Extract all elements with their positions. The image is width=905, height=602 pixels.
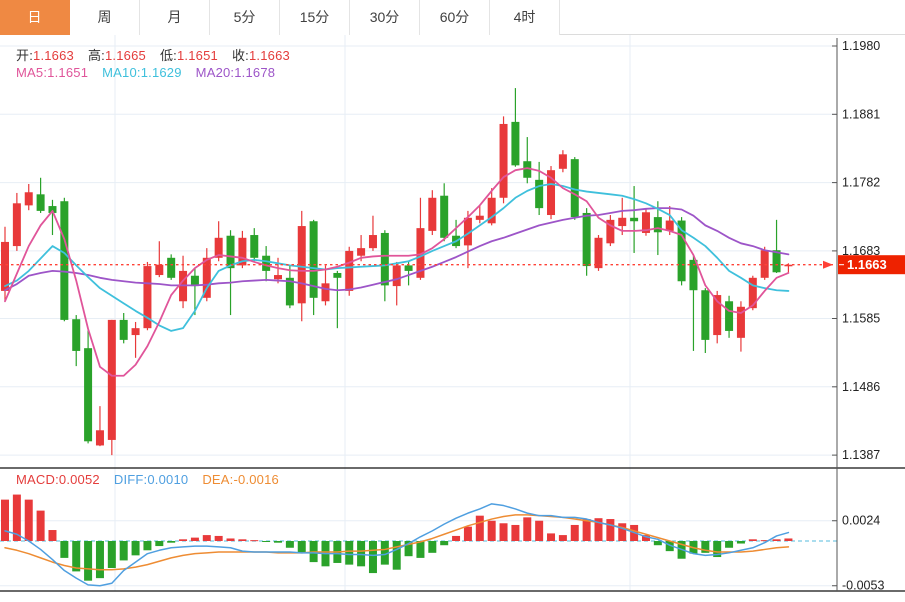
- tab-4hour[interactable]: 4时: [490, 0, 560, 35]
- tab-15min[interactable]: 15分: [280, 0, 350, 35]
- tab-week[interactable]: 周: [70, 0, 140, 35]
- svg-text:1.1663: 1.1663: [847, 257, 887, 272]
- trading-chart-app: 日 周 月 5分 15分 30分 60分 4时 1.1980 1.1881 1.17…: [0, 0, 905, 602]
- svg-text:1.1387: 1.1387: [842, 448, 880, 462]
- chart-area: 1.19801.18811.17821.16831.15851.14861.13…: [0, 35, 905, 602]
- tab-month[interactable]: 月: [140, 0, 210, 35]
- tab-60min[interactable]: 60分: [420, 0, 490, 35]
- svg-text:1.1980: 1.1980: [842, 39, 880, 53]
- timeframe-tabbar: 日 周 月 5分 15分 30分 60分 4时: [0, 0, 905, 35]
- svg-text:1.1881: 1.1881: [842, 107, 880, 121]
- tab-day[interactable]: 日: [0, 0, 70, 35]
- tab-5min[interactable]: 5分: [210, 0, 280, 35]
- svg-text:1.1585: 1.1585: [842, 312, 880, 326]
- tab-30min[interactable]: 30分: [350, 0, 420, 35]
- candlestick-macd-canvas[interactable]: 1.19801.18811.17821.16831.15851.14861.13…: [0, 35, 905, 602]
- svg-text:1.1486: 1.1486: [842, 380, 880, 394]
- svg-text:0.0024: 0.0024: [842, 514, 880, 528]
- svg-text:1.1782: 1.1782: [842, 176, 880, 190]
